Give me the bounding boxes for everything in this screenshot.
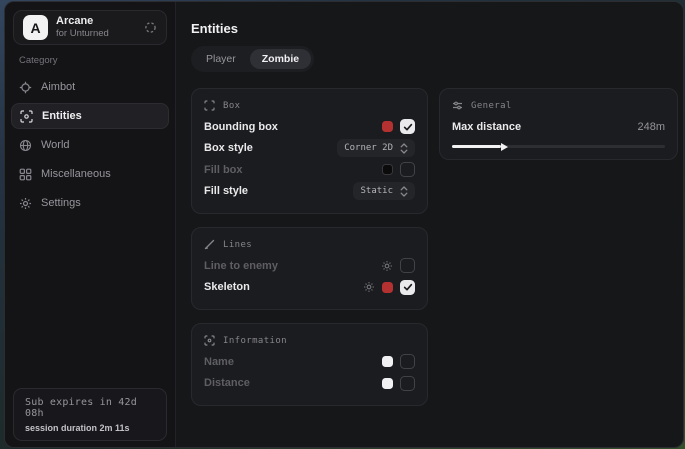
skeleton-color-swatch[interactable] <box>382 282 393 293</box>
sidebar: A Arcane for Unturned Category Aimbot <box>5 2 176 447</box>
fill-style-row: Fill style Static <box>204 181 415 203</box>
information-card: Information Name Distance <box>191 323 428 406</box>
brand-subtitle: for Unturned <box>56 28 109 39</box>
distance-row: Distance <box>204 373 415 395</box>
box-card: Box Bounding box Box style <box>191 88 428 214</box>
sidebar-item-label: Miscellaneous <box>41 168 111 180</box>
box-style-label: Box style <box>204 142 253 154</box>
sidebar-item-label: Settings <box>41 197 81 209</box>
slider-fill <box>452 145 501 148</box>
sidebar-item-settings[interactable]: Settings <box>11 190 169 216</box>
general-card-header: General <box>452 100 665 111</box>
unfold-icon <box>400 143 408 154</box>
slider-thumb[interactable] <box>501 143 508 151</box>
check-icon <box>403 122 413 132</box>
settings-content: Box Bounding box Box style <box>191 88 678 406</box>
lines-header-label: Lines <box>223 240 252 250</box>
sidebar-nav: Aimbot Entities World <box>5 74 175 216</box>
line-to-enemy-settings-gear-icon[interactable] <box>381 260 393 272</box>
distance-checkbox[interactable] <box>400 376 415 391</box>
brand-logo: A <box>23 15 48 40</box>
sub-expires-text: Sub expires in 42d 08h <box>25 397 155 419</box>
information-header-label: Information <box>223 336 287 346</box>
line-to-enemy-checkbox[interactable] <box>400 258 415 273</box>
information-card-header: Information <box>204 335 415 346</box>
bounding-box-color-swatch[interactable] <box>382 121 393 132</box>
sidebar-item-aimbot[interactable]: Aimbot <box>11 74 169 100</box>
bounding-box-row: Bounding box <box>204 116 415 138</box>
sidebar-item-world[interactable]: World <box>11 132 169 158</box>
brand-text: Arcane for Unturned <box>56 15 109 40</box>
sidebar-item-label: World <box>41 139 70 151</box>
lines-card: Lines Line to enemy <box>191 227 428 310</box>
brand-card: A Arcane for Unturned <box>13 10 167 45</box>
brand-title: Arcane <box>56 15 109 28</box>
tab-player[interactable]: Player <box>194 49 248 69</box>
sliders-icon <box>452 100 463 111</box>
info-scan-icon <box>204 335 215 346</box>
distance-label: Distance <box>204 377 250 389</box>
max-distance-label: Max distance <box>452 121 521 133</box>
fill-box-label: Fill box <box>204 164 243 176</box>
bounding-box-label: Bounding box <box>204 121 278 133</box>
box-header-label: Box <box>223 101 240 111</box>
fill-style-label: Fill style <box>204 185 248 197</box>
sync-icon[interactable] <box>144 21 157 34</box>
app-window: A Arcane for Unturned Category Aimbot <box>4 1 684 448</box>
distance-color-swatch[interactable] <box>382 378 393 389</box>
skeleton-checkbox[interactable] <box>400 280 415 295</box>
left-column: Box Bounding box Box style <box>191 88 428 406</box>
fill-box-checkbox[interactable] <box>400 162 415 177</box>
sidebar-item-entities[interactable]: Entities <box>11 103 169 129</box>
line-to-enemy-label: Line to enemy <box>204 260 278 272</box>
unfold-icon <box>400 186 408 197</box>
skeleton-label: Skeleton <box>204 281 250 293</box>
sidebar-item-label: Aimbot <box>41 81 75 93</box>
max-distance-row: Max distance 248m <box>452 116 665 138</box>
right-column: General Max distance 248m <box>439 88 678 160</box>
line-to-enemy-row: Line to enemy <box>204 255 415 277</box>
gear-icon <box>19 197 32 210</box>
box-style-dropdown[interactable]: Corner 2D <box>337 139 415 157</box>
bounding-box-checkbox[interactable] <box>400 119 415 134</box>
grid-icon <box>19 168 32 181</box>
name-row: Name <box>204 351 415 373</box>
skeleton-row: Skeleton <box>204 277 415 299</box>
name-color-swatch[interactable] <box>382 356 393 367</box>
max-distance-slider[interactable] <box>452 145 665 148</box>
tab-zombie[interactable]: Zombie <box>250 49 311 69</box>
main-panel: Entities Player Zombie Box <box>176 2 684 447</box>
entities-scan-icon <box>20 110 33 123</box>
general-header-label: General <box>471 101 512 111</box>
box-style-value: Corner 2D <box>344 143 393 153</box>
check-icon <box>403 282 413 292</box>
fill-box-color-swatch[interactable] <box>382 164 393 175</box>
entity-tabs: Player Zombie <box>191 46 314 72</box>
session-duration-text: session duration 2m 11s <box>25 423 155 433</box>
skeleton-settings-gear-icon[interactable] <box>363 281 375 293</box>
fill-style-value: Static <box>360 186 393 196</box>
lines-card-header: Lines <box>204 239 415 250</box>
page-title: Entities <box>191 21 678 36</box>
fill-box-row: Fill box <box>204 159 415 181</box>
fill-style-dropdown[interactable]: Static <box>353 182 415 200</box>
sidebar-item-miscellaneous[interactable]: Miscellaneous <box>11 161 169 187</box>
crosshair-icon <box>19 81 32 94</box>
sidebar-item-label: Entities <box>42 110 82 122</box>
name-checkbox[interactable] <box>400 354 415 369</box>
box-corners-icon <box>204 100 215 111</box>
category-label: Category <box>19 55 175 66</box>
subscription-status-card: Sub expires in 42d 08h session duration … <box>13 388 167 441</box>
max-distance-value: 248m <box>637 121 665 133</box>
box-card-header: Box <box>204 100 415 111</box>
box-style-row: Box style Corner 2D <box>204 138 415 160</box>
pencil-line-icon <box>204 239 215 250</box>
globe-icon <box>19 139 32 152</box>
general-card: General Max distance 248m <box>439 88 678 160</box>
name-label: Name <box>204 356 234 368</box>
